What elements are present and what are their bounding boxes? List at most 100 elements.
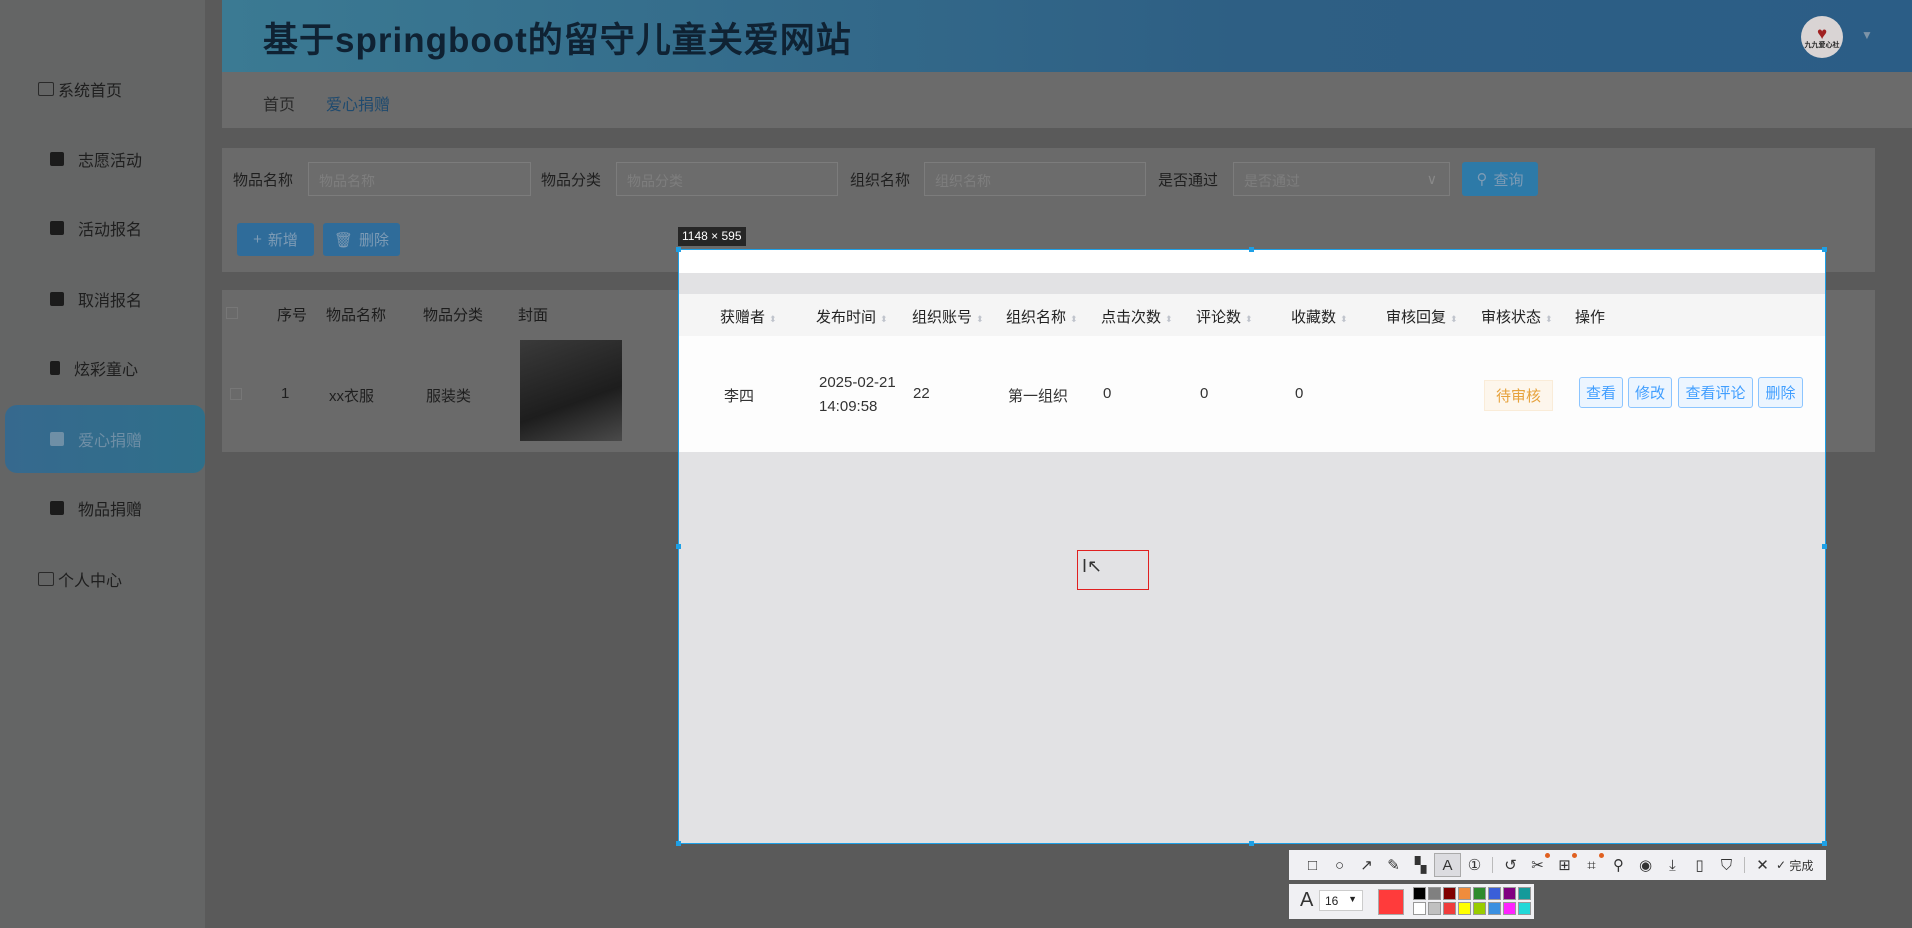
phone-icon[interactable]: ▯	[1686, 853, 1713, 877]
arrow-tool-icon[interactable]: ↗	[1353, 853, 1380, 877]
color-swatch[interactable]	[1473, 887, 1486, 900]
query-button[interactable]: ⚲ 查询	[1462, 162, 1538, 196]
approved-select[interactable]: 是否通过 ∨	[1233, 162, 1450, 196]
sidebar-item-home[interactable]: 系统首页	[0, 69, 205, 109]
sidebar-item-profile[interactable]: 个人中心	[0, 559, 205, 599]
col-item-name[interactable]: 物品名称	[326, 304, 386, 325]
delete-button[interactable]: 🗑 删除	[323, 223, 400, 256]
item-category-input[interactable]: 物品分类	[616, 162, 838, 196]
cell-org-account: 22	[913, 385, 930, 402]
col-org-name[interactable]: 组织名称 ⬍	[1006, 306, 1078, 327]
pin-icon[interactable]: ⚲	[1605, 853, 1632, 877]
close-icon[interactable]: ✕	[1749, 853, 1776, 877]
cover-image[interactable]	[520, 340, 622, 441]
item-name-input[interactable]: 物品名称	[308, 162, 531, 196]
color-swatch[interactable]	[1443, 887, 1456, 900]
sort-icon: ⬍	[880, 314, 888, 324]
record-icon[interactable]: ◉	[1632, 853, 1659, 877]
col-comments[interactable]: 评论数 ⬍	[1196, 306, 1253, 327]
color-swatch[interactable]	[1443, 902, 1456, 915]
color-swatch[interactable]	[1503, 902, 1516, 915]
col-org-account[interactable]: 组织账号 ⬍	[912, 306, 984, 327]
current-color-swatch[interactable]	[1378, 889, 1404, 915]
color-swatch[interactable]	[1518, 887, 1531, 900]
org-name-input[interactable]: 组织名称	[924, 162, 1146, 196]
avatar[interactable]: ♥ 九九爱心社	[1801, 16, 1843, 58]
col-recipient[interactable]: 获赠者 ⬍	[720, 306, 777, 327]
briefcase-icon	[50, 152, 64, 166]
color-swatch[interactable]	[1428, 887, 1441, 900]
done-label: 完成	[1789, 858, 1814, 873]
sidebar-item-colorful[interactable]: 炫彩童心	[0, 348, 205, 388]
ocr-icon[interactable]: ⌗	[1578, 853, 1605, 877]
col-publish-time[interactable]: 发布时间 ⬍	[816, 306, 888, 327]
cell-item-name: xx衣服	[329, 388, 375, 405]
check-icon: ✓	[1776, 858, 1790, 872]
view-button[interactable]: 查看	[1579, 377, 1623, 408]
status-badge: 待审核	[1484, 380, 1553, 411]
color-swatch[interactable]	[1473, 902, 1486, 915]
color-swatch[interactable]	[1428, 902, 1441, 915]
sort-icon: ⬍	[1245, 314, 1253, 324]
ellipse-tool-icon[interactable]: ○	[1326, 853, 1353, 877]
resize-handle[interactable]	[676, 544, 681, 549]
cell-comments: 0	[1200, 385, 1209, 402]
sidebar-item-label: 物品捐赠	[78, 502, 143, 519]
view-comments-button[interactable]: 查看评论	[1678, 377, 1753, 408]
undo-icon[interactable]: ↺	[1497, 853, 1524, 877]
font-icon: A	[1300, 889, 1314, 911]
sidebar-item-volunteer[interactable]: 志愿活动	[0, 139, 205, 179]
resize-handle[interactable]	[1249, 247, 1254, 252]
sidebar-item-label: 系统首页	[58, 83, 123, 100]
col-review-status[interactable]: 审核状态 ⬍	[1481, 306, 1553, 327]
col-review-reply[interactable]: 审核回复 ⬍	[1386, 306, 1458, 327]
org-name-label: 组织名称	[850, 172, 911, 189]
sidebar-item-item-donation[interactable]: 物品捐赠	[0, 488, 205, 528]
select-all-checkbox[interactable]	[226, 307, 238, 319]
cell-time: 14:09:58	[819, 398, 878, 415]
mosaic-tool-icon[interactable]: ▚	[1407, 853, 1434, 877]
edit-button[interactable]: 修改	[1628, 377, 1672, 408]
chevron-down-icon[interactable]: ▼	[1861, 28, 1873, 42]
resize-handle[interactable]	[1249, 841, 1254, 846]
color-swatch[interactable]	[1413, 887, 1426, 900]
color-swatch[interactable]	[1458, 902, 1471, 915]
color-swatch[interactable]	[1458, 887, 1471, 900]
resize-handle[interactable]	[1822, 544, 1827, 549]
sidebar-item-label: 取消报名	[78, 293, 143, 310]
done-button[interactable]: ✓ 完成	[1776, 853, 1813, 877]
text-tool-icon[interactable]: A	[1434, 853, 1461, 877]
color-swatch[interactable]	[1503, 887, 1516, 900]
col-category[interactable]: 物品分类	[423, 304, 483, 325]
scissors-icon[interactable]: ✂	[1524, 853, 1551, 877]
sidebar: 系统首页 志愿活动 活动报名 取消报名 炫彩童心 爱心捐赠 物品捐赠 个人中心	[0, 0, 205, 928]
color-swatch[interactable]	[1488, 887, 1501, 900]
sort-icon: ⬍	[976, 314, 984, 324]
color-swatch[interactable]	[1413, 902, 1426, 915]
row-checkbox[interactable]	[230, 388, 242, 400]
resize-handle[interactable]	[676, 841, 681, 846]
sidebar-item-signup[interactable]: 活动报名	[0, 208, 205, 248]
delete-row-button[interactable]: 删除	[1758, 377, 1803, 408]
resize-handle[interactable]	[1822, 247, 1827, 252]
capture-selection[interactable]: 获赠者 ⬍ 发布时间 ⬍ 组织账号 ⬍ 组织名称 ⬍ 点击次数 ⬍ 评论数 ⬍ 收藏数 ⬍ 审…	[678, 249, 1826, 844]
color-swatch[interactable]	[1488, 902, 1501, 915]
pencil-tool-icon[interactable]: ✎	[1380, 853, 1407, 877]
col-favorites[interactable]: 收藏数 ⬍	[1291, 306, 1348, 327]
resize-handle[interactable]	[676, 247, 681, 252]
add-button[interactable]: + 新增	[237, 223, 314, 256]
font-size-select[interactable]: 16 ▼	[1319, 890, 1363, 911]
sidebar-item-cancel[interactable]: 取消报名	[0, 279, 205, 319]
resize-handle[interactable]	[1822, 841, 1827, 846]
number-tool-icon[interactable]: ①	[1461, 853, 1488, 877]
item-category-label: 物品分类	[541, 172, 602, 189]
translate-icon[interactable]: ⊞	[1551, 853, 1578, 877]
sidebar-item-donation[interactable]: 爱心捐赠	[5, 405, 205, 473]
col-clicks[interactable]: 点击次数 ⬍	[1101, 306, 1173, 327]
wallet-icon	[38, 572, 54, 586]
rectangle-tool-icon[interactable]: □	[1299, 853, 1326, 877]
download-icon[interactable]: ⤓	[1659, 853, 1686, 877]
color-swatch[interactable]	[1518, 902, 1531, 915]
bookmark-icon[interactable]: ⛉	[1713, 853, 1740, 877]
breadcrumb-home[interactable]: 首页	[263, 91, 295, 115]
